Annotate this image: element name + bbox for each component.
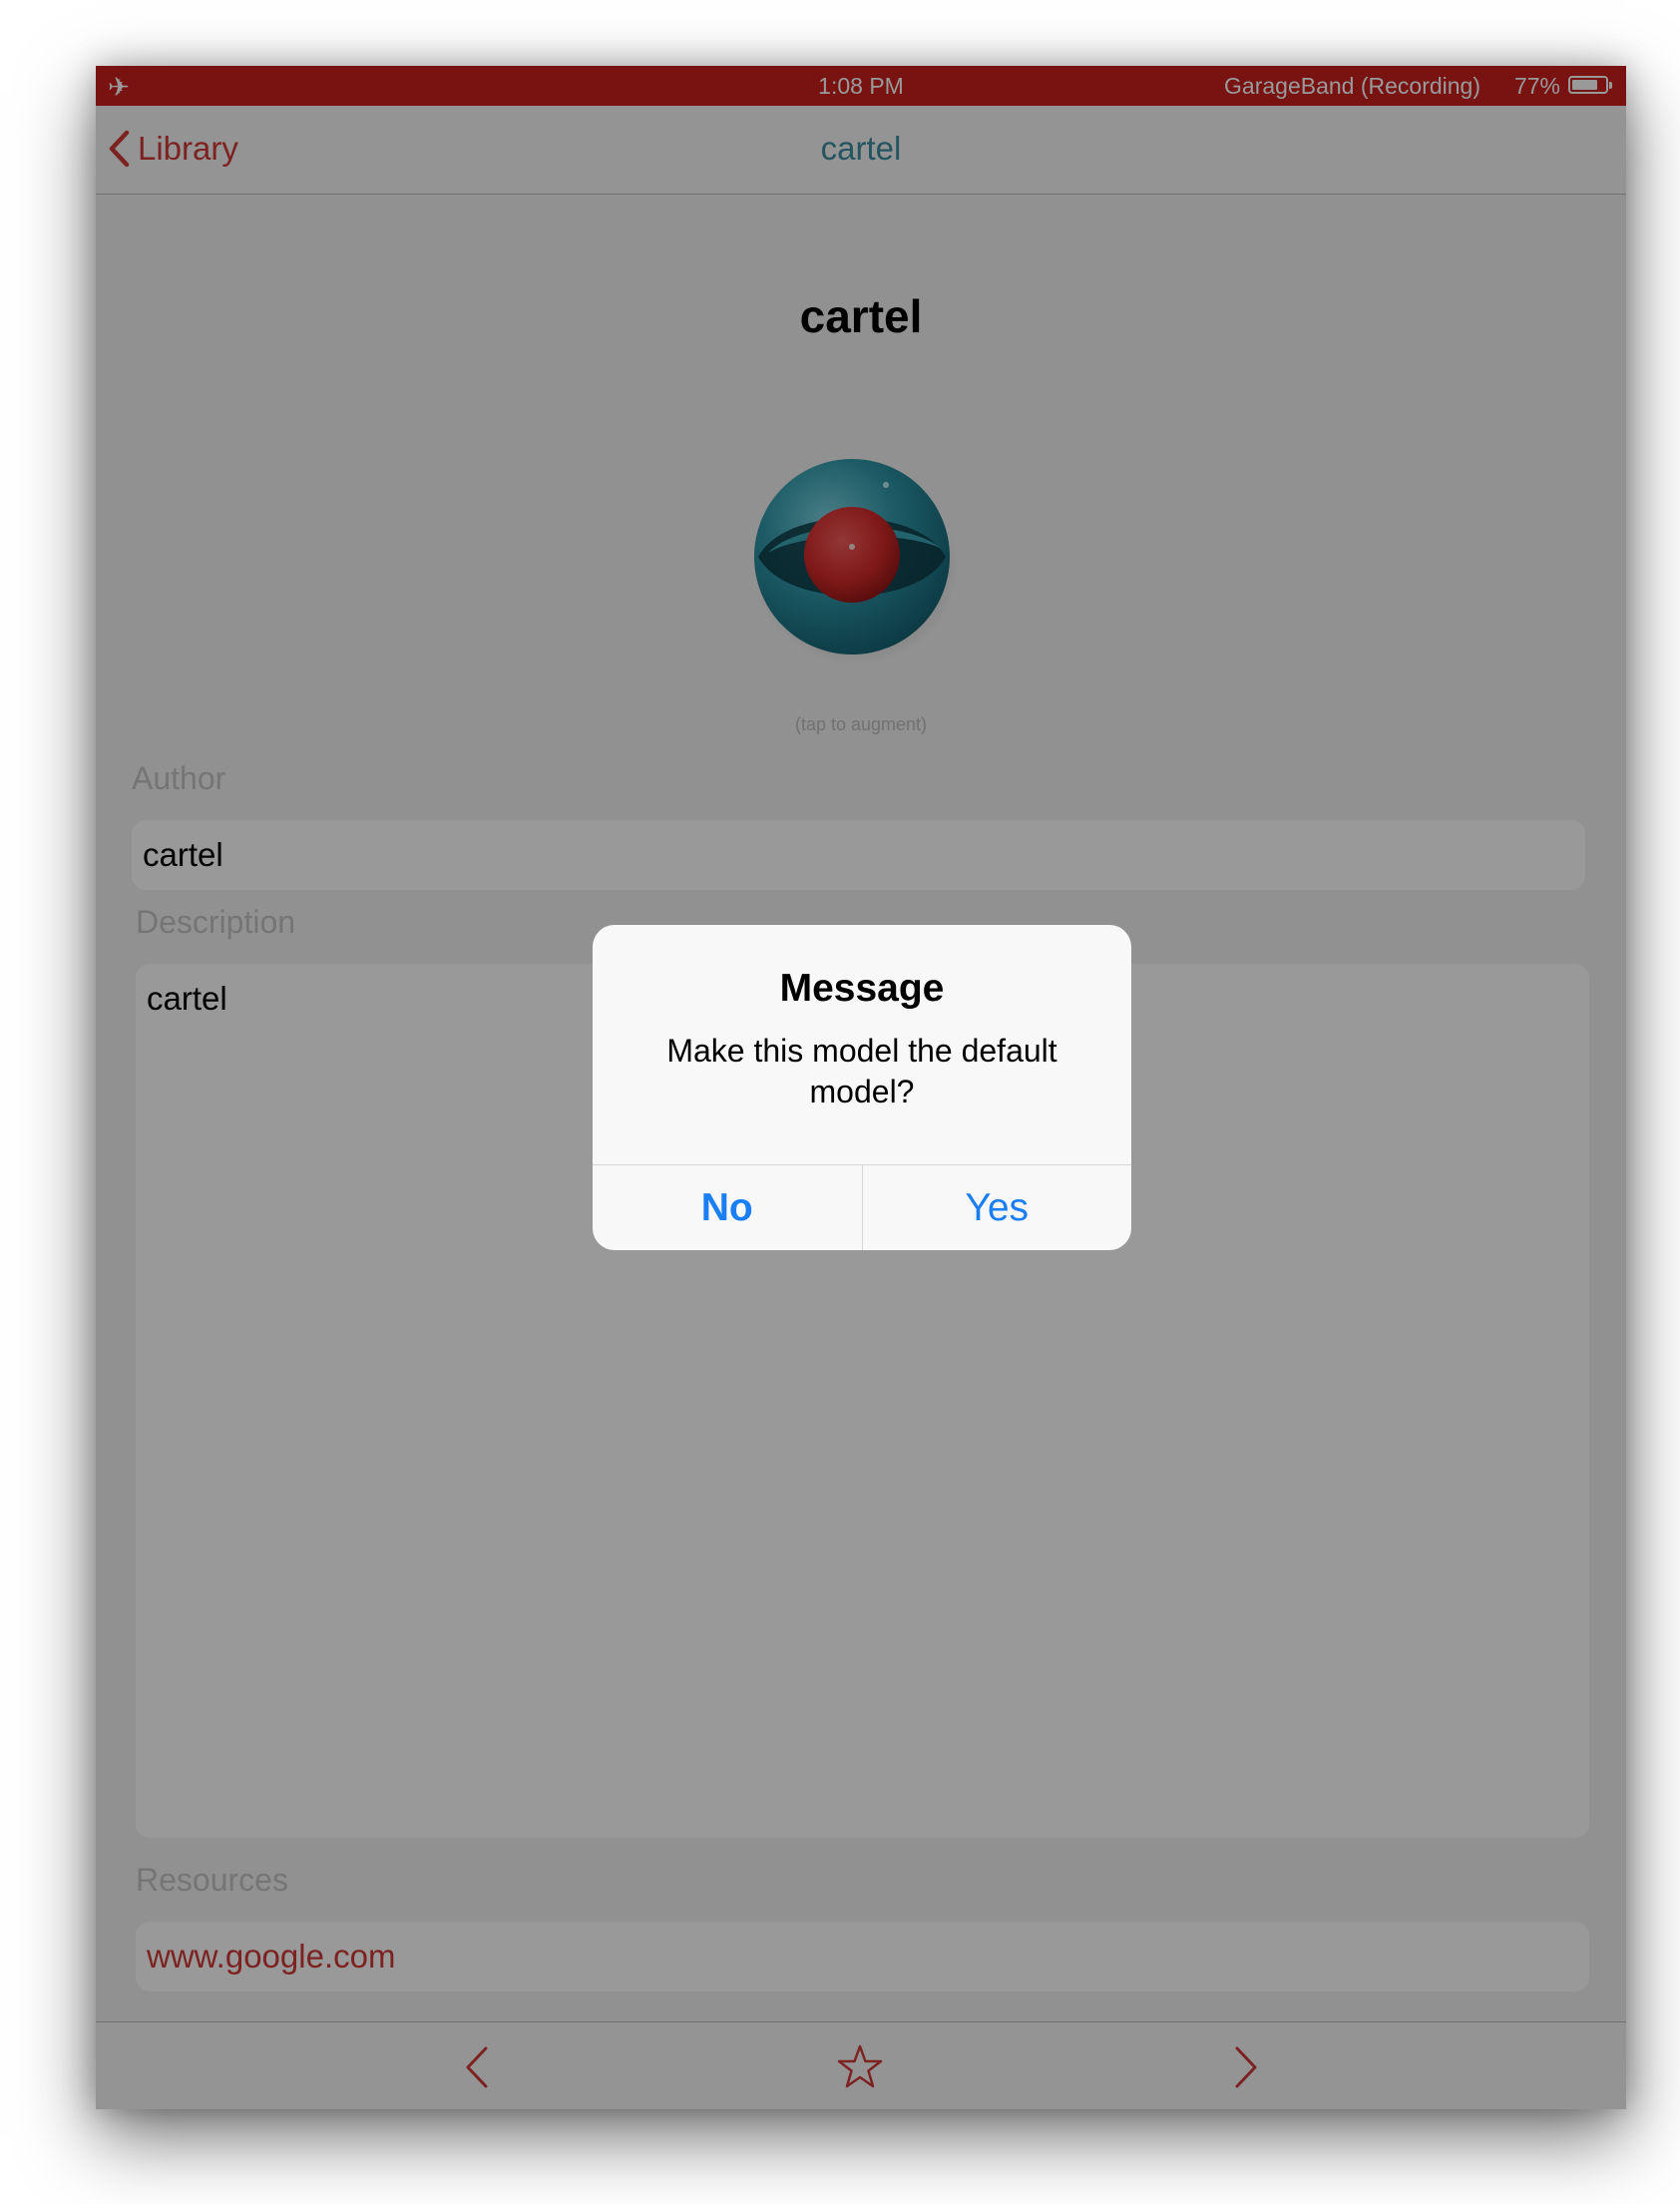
alert-dialog: Message Make this model the default mode… (593, 925, 1131, 1250)
no-button[interactable]: No (593, 1165, 862, 1250)
alert-title: Message (779, 967, 945, 1010)
yes-button[interactable]: Yes (861, 1165, 1132, 1250)
alert-actions: No Yes (593, 1164, 1131, 1250)
ipad-screen: ✈ 1:08 PM GarageBand (Recording) 77% Lib… (96, 66, 1626, 2109)
alert-message: Make this model the default model? (666, 1033, 1057, 1109)
